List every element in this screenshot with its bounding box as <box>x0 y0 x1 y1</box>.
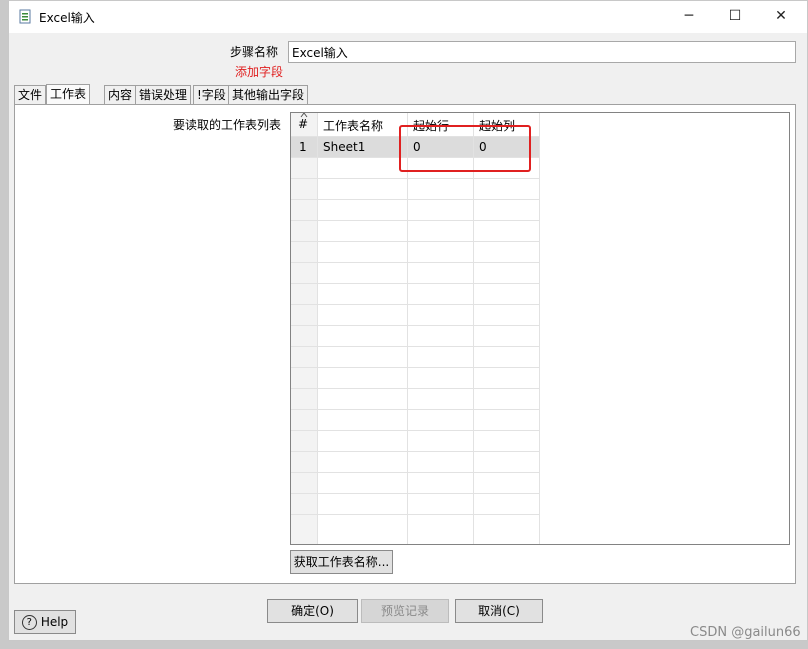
col-header-start-row[interactable]: 起始行 <box>413 117 449 134</box>
tab-other-output-fields[interactable]: 其他输出字段 <box>228 85 309 104</box>
step-name-input[interactable] <box>288 41 796 63</box>
preview-records-button: 预览记录 <box>361 599 449 623</box>
col-header-start-col[interactable]: 起始列 <box>479 117 515 134</box>
window-title: Excel输入 <box>39 11 95 25</box>
sheets-list-label: 要读取的工作表列表 <box>173 118 282 132</box>
cell-sheet-name[interactable]: Sheet1 <box>323 140 365 154</box>
get-sheet-names-button[interactable]: 获取工作表名称... <box>290 550 393 574</box>
cancel-button[interactable]: 取消(C) <box>455 599 543 623</box>
excel-input-icon <box>19 9 31 24</box>
ok-button[interactable]: 确定(O) <box>267 599 358 623</box>
step-name-label: 步骤名称 <box>230 45 279 59</box>
close-button[interactable]: ✕ <box>758 1 804 33</box>
excel-input-dialog: Excel输入 ─ ☐ ✕ 步骤名称 添加字段 文件 工作表 内容 错误处理 !… <box>8 0 808 641</box>
cell-start-row[interactable]: 0 <box>413 140 421 154</box>
help-button[interactable]: ? Help <box>14 610 76 634</box>
tab-error-handling[interactable]: 错误处理 <box>135 85 192 104</box>
add-field-link[interactable]: 添加字段 <box>235 63 283 80</box>
col-header-num[interactable]: # <box>298 117 308 131</box>
tab-fields[interactable]: !字段 <box>193 85 230 104</box>
minimize-button[interactable]: ─ <box>666 1 712 33</box>
cell-start-col[interactable]: 0 <box>479 140 487 154</box>
col-header-sheet-name[interactable]: 工作表名称 <box>323 117 383 134</box>
tab-content[interactable]: 内容 <box>104 85 137 104</box>
help-label: Help <box>40 615 69 629</box>
tab-sheets[interactable]: 工作表 <box>46 84 91 105</box>
help-icon: ? <box>21 615 37 630</box>
maximize-button[interactable]: ☐ <box>712 1 758 33</box>
watermark: CSDN @gailun66 <box>690 625 801 640</box>
tab-file[interactable]: 文件 <box>14 85 47 104</box>
row-number: 1 <box>299 140 307 154</box>
sheets-table[interactable]: # 工作表名称 起始行 起始列 1 Sheet1 0 0 <box>290 112 790 545</box>
title-bar: Excel输入 ─ ☐ ✕ <box>9 1 807 33</box>
